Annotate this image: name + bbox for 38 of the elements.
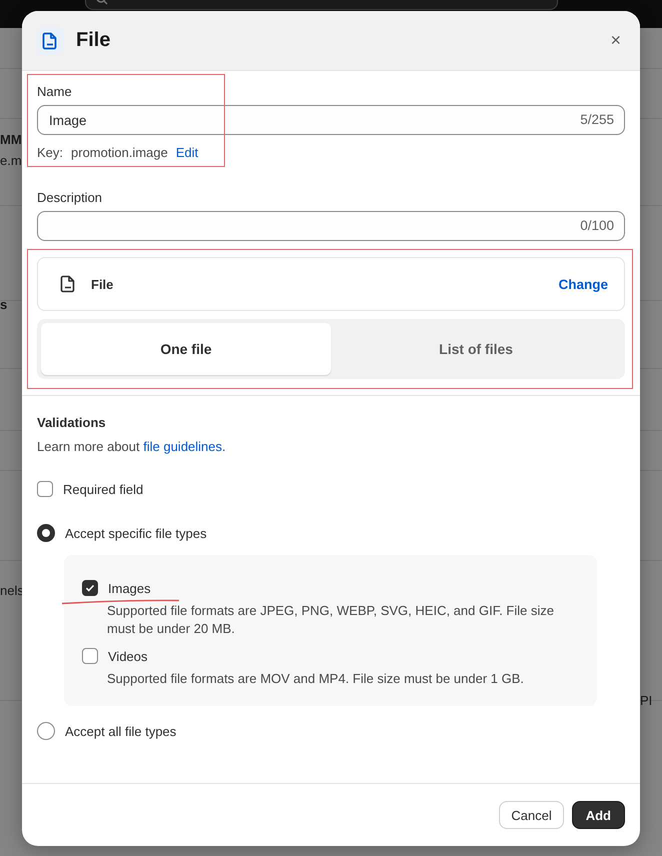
- format-description: Supported file formats are MOV and MP4. File size must be under 1 GB.: [107, 670, 525, 688]
- close-button[interactable]: ×: [606, 28, 625, 53]
- edit-link[interactable]: Edit: [176, 145, 198, 160]
- background-text: MM: [0, 132, 22, 147]
- file-icon: [36, 26, 64, 54]
- radio-label: Accept specific file types: [65, 526, 207, 540]
- background-text: PI: [640, 693, 652, 708]
- type-name: File: [91, 276, 114, 292]
- checkbox[interactable]: [82, 580, 98, 596]
- background-text: e.m: [0, 153, 22, 168]
- segment-option[interactable]: One file: [41, 323, 331, 375]
- change-link[interactable]: Change: [558, 276, 608, 292]
- cancel-button[interactable]: Cancel: [499, 801, 564, 829]
- checkbox-label: Required field: [63, 482, 144, 496]
- help-text: Learn more about file guidelines.: [37, 439, 227, 454]
- format-description: Supported file formats are JPEG, PNG, WEBP, SVG, HEIC, and GIF. File size must be under 20 MB.: [107, 602, 555, 638]
- checkbox-label: Videos: [108, 648, 148, 664]
- checkbox-label: Images: [108, 580, 151, 596]
- radio-label: Accept all file types: [65, 724, 176, 738]
- guidelines-link[interactable]: file guidelines.: [143, 439, 226, 454]
- description-field[interactable]: [37, 211, 625, 241]
- segment-option[interactable]: List of files: [331, 323, 621, 375]
- add-button[interactable]: Add: [572, 801, 625, 829]
- radio-button[interactable]: [37, 722, 55, 740]
- checkbox[interactable]: [82, 648, 98, 664]
- character-counter: 0/100: [580, 218, 614, 233]
- file-icon: [60, 275, 76, 293]
- character-counter: 5/255: [580, 112, 614, 127]
- checkmark-icon: [85, 583, 95, 593]
- key-value: promotion.image: [71, 145, 168, 160]
- radio-button[interactable]: [37, 524, 55, 542]
- dialog-title: File: [76, 29, 112, 52]
- key-label: Key:: [37, 145, 64, 160]
- background-text: s: [0, 297, 8, 312]
- field-label: Name: [37, 84, 72, 99]
- section-heading: Validations: [37, 415, 107, 430]
- field-label: Description: [37, 190, 102, 205]
- checkbox[interactable]: [37, 481, 53, 497]
